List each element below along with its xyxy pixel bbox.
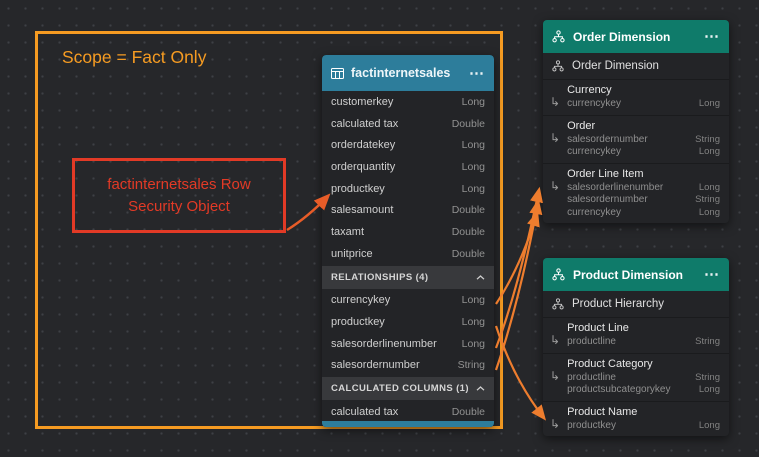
column-row[interactable]: orderquantity Long bbox=[322, 156, 494, 178]
table-icon bbox=[331, 67, 344, 79]
hierarchy-icon bbox=[552, 60, 564, 72]
column-row[interactable]: taxamt Double bbox=[322, 221, 494, 243]
security-annotation-label: factinternetsales Row Security Object bbox=[107, 175, 251, 215]
column-row[interactable]: customerkey Long bbox=[322, 91, 494, 113]
product-dimension-header[interactable]: Product Dimension ⋯ bbox=[543, 258, 729, 291]
security-annotation-rect[interactable]: factinternetsales Row Security Object bbox=[72, 158, 286, 233]
chevron-up-icon[interactable] bbox=[476, 386, 485, 391]
fact-table-menu-button[interactable]: ⋯ bbox=[469, 66, 485, 81]
hierarchy-level-row[interactable]: ↳ Product Line productline String bbox=[543, 317, 729, 353]
product-dimension-title: Product Dimension bbox=[573, 267, 684, 282]
product-dimension-menu-button[interactable]: ⋯ bbox=[704, 267, 720, 282]
product-dimension-card: Product Dimension ⋯ Product Hierarchy ↳ … bbox=[543, 258, 729, 436]
fact-table-header[interactable]: factinternetsales ⋯ bbox=[322, 55, 494, 91]
hierarchy-row[interactable]: Order Dimension bbox=[543, 53, 729, 79]
elbow-arrow-icon: ↳ bbox=[550, 130, 561, 145]
calculated-columns-section-header[interactable]: CALCULATED COLUMNS (1) bbox=[322, 377, 494, 401]
hierarchy-level-row[interactable]: ↳ Product Category productline String pro… bbox=[543, 352, 729, 401]
relationship-row[interactable]: salesorderlinenumber Long bbox=[322, 333, 494, 355]
order-dimension-card: Order Dimension ⋯ Order Dimension ↳ Curr… bbox=[543, 20, 729, 223]
hierarchy-level-row[interactable]: ↳ Product Name productkey Long bbox=[543, 400, 729, 437]
order-dimension-menu-button[interactable]: ⋯ bbox=[704, 29, 720, 44]
dimension-icon bbox=[552, 30, 565, 43]
relationships-section-header[interactable]: RELATIONSHIPS (4) bbox=[322, 265, 494, 289]
relationship-row[interactable]: salesordernumber String bbox=[322, 355, 494, 377]
fact-table-title: factinternetsales bbox=[351, 66, 451, 80]
column-row[interactable]: orderdatekey Long bbox=[322, 134, 494, 156]
chevron-up-icon[interactable] bbox=[476, 274, 485, 280]
column-row[interactable]: salesamount Double bbox=[322, 199, 494, 221]
dimension-icon bbox=[552, 268, 565, 281]
calculated-column-row[interactable]: calculated tax Double bbox=[322, 401, 494, 423]
elbow-arrow-icon: ↳ bbox=[550, 95, 561, 109]
order-dimension-header[interactable]: Order Dimension ⋯ bbox=[543, 20, 729, 53]
hierarchy-icon bbox=[552, 298, 564, 310]
hierarchy-level-row[interactable]: ↳ Order Line Item salesorderlinenumber Lo… bbox=[543, 162, 729, 224]
column-row[interactable]: calculated tax Double bbox=[322, 113, 494, 135]
relationship-row[interactable]: productkey Long bbox=[322, 311, 494, 333]
hierarchy-row[interactable]: Product Hierarchy bbox=[543, 291, 729, 317]
hierarchy-level-row[interactable]: ↳ Order salesordernumber String currencyk… bbox=[543, 114, 729, 163]
column-row[interactable]: productkey Long bbox=[322, 178, 494, 200]
horizontal-scrollbar[interactable] bbox=[322, 421, 494, 427]
elbow-arrow-icon: ↳ bbox=[550, 333, 561, 347]
order-dimension-title: Order Dimension bbox=[573, 29, 671, 44]
diagram-canvas[interactable]: Scope = Fact Only factinternetsales Row … bbox=[0, 0, 759, 457]
elbow-arrow-icon: ↳ bbox=[550, 178, 561, 193]
hierarchy-level-row[interactable]: ↳ Currency currencykey Long bbox=[543, 79, 729, 115]
elbow-arrow-icon: ↳ bbox=[550, 368, 561, 383]
relationship-row[interactable]: currencykey Long bbox=[322, 290, 494, 312]
productkey-arrow[interactable] bbox=[494, 325, 547, 421]
scope-annotation-label[interactable]: Scope = Fact Only bbox=[62, 47, 206, 68]
elbow-arrow-icon: ↳ bbox=[550, 416, 561, 431]
column-row[interactable]: unitprice Double bbox=[322, 243, 494, 265]
fact-table-card: factinternetsales ⋯ customerkey Long calc… bbox=[322, 55, 494, 427]
